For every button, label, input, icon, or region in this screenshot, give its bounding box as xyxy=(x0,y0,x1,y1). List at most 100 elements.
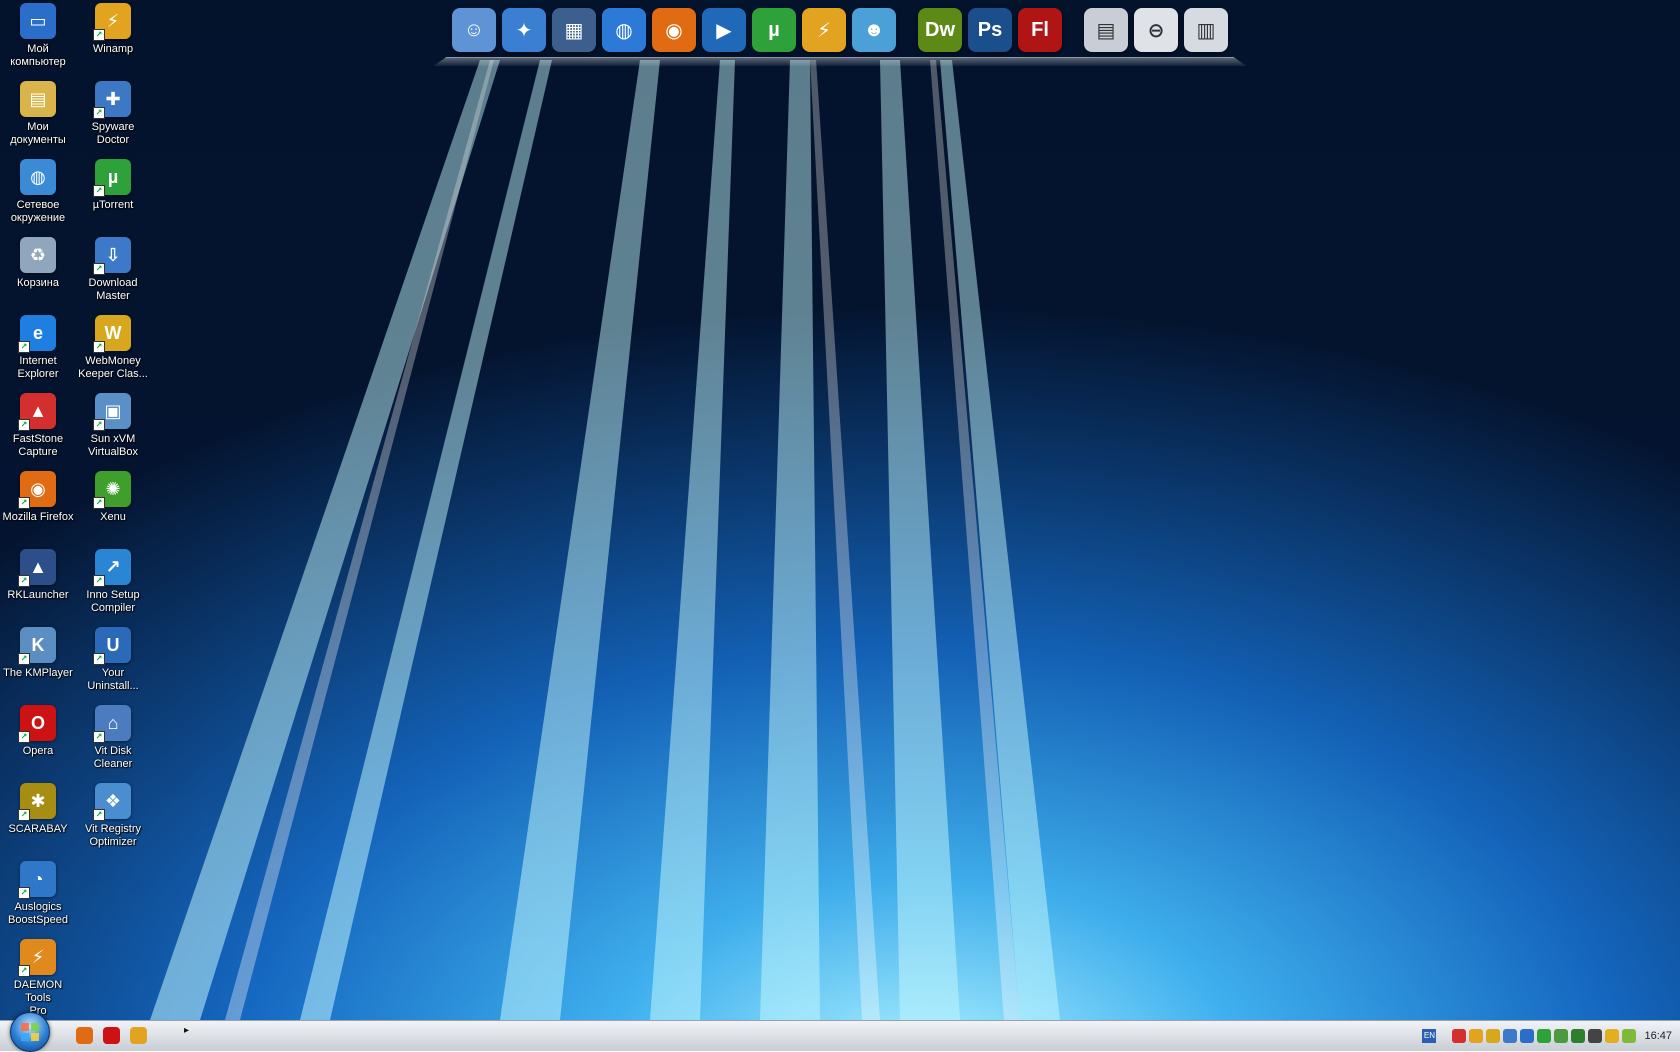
desktop-icon-label: Mozilla Firefox xyxy=(2,511,74,523)
quick-launch-expand-icon[interactable]: ▸ xyxy=(184,1025,189,1036)
spyware-doctor-icon: ✚ ↗ xyxy=(93,81,131,119)
hardware-tray-icon[interactable] xyxy=(1571,1029,1586,1043)
shortcut-arrow-icon: ↗ xyxy=(18,653,30,665)
shortcut-arrow-icon: ↗ xyxy=(93,29,105,41)
faststone-capture-icon: ▲ ↗ xyxy=(18,393,56,431)
desktop-icon-label: Сетевое окружение xyxy=(10,199,66,224)
desktop-icon-label: Мой компьютер xyxy=(10,43,66,68)
desktop-icon-label: WebMoney Keeper Clas... xyxy=(78,355,148,380)
daemon-tools-icon: ⚡ ↗ xyxy=(18,939,56,977)
network-globe-icon[interactable]: ◍ xyxy=(602,8,646,52)
clock[interactable]: 16:47 xyxy=(1644,1030,1672,1042)
dashboard-icon[interactable]: ▦ xyxy=(552,8,596,52)
taskbar: ▸ EN 16:47 xyxy=(0,1012,1680,1052)
winamp-tray-icon[interactable] xyxy=(1469,1029,1484,1043)
shortcut-arrow-icon: ↗ xyxy=(18,575,30,587)
desktop-icon[interactable]: ◍ Сетевое окружение xyxy=(0,159,76,225)
media-player-icon[interactable]: ▶ xyxy=(702,8,746,52)
utorrent-icon: µ ↗ xyxy=(93,159,131,197)
desktop-icon-label: Internet Explorer xyxy=(17,355,59,380)
kmplayer-icon: K ↗ xyxy=(18,627,56,665)
shortcut-arrow-icon: ↗ xyxy=(93,497,105,509)
firefox-quicklaunch-icon[interactable] xyxy=(76,1027,93,1044)
security-tray-icon[interactable] xyxy=(1554,1029,1569,1043)
photoshop-icon[interactable]: Ps xyxy=(968,8,1012,52)
desktop-icon-label: Inno Setup Compiler xyxy=(86,589,140,614)
desktop-icon[interactable]: ⚡ ↗ DAEMON Tools Pro xyxy=(0,939,76,1018)
flash-icon[interactable]: Fl xyxy=(1018,8,1062,52)
opera-quicklaunch-icon[interactable] xyxy=(103,1027,120,1044)
shortcut-arrow-icon: ↗ xyxy=(18,419,30,431)
desktop-icon[interactable]: K ↗ The KMPlayer xyxy=(0,627,76,680)
volume-tray-icon[interactable] xyxy=(1588,1029,1603,1043)
system-tray: EN 16:47 xyxy=(1422,1021,1672,1051)
winamp-dock-icon[interactable]: ⚡ xyxy=(802,8,846,52)
battery-tray-icon[interactable] xyxy=(1622,1029,1637,1043)
messenger-icon[interactable]: ☻ xyxy=(852,8,896,52)
opera-icon: O ↗ xyxy=(18,705,56,743)
recycle-bin-icon: ♻ xyxy=(20,237,56,273)
desktop-icon[interactable]: ⇩ ↗ Download Master xyxy=(75,237,151,303)
shortcut-arrow-icon: ↗ xyxy=(18,341,30,353)
desktop-icon[interactable]: ⚡ ↗ Winamp xyxy=(75,3,151,56)
desktop-icon[interactable]: ✺ ↗ Xenu xyxy=(75,471,151,524)
desktop-icon[interactable]: ◉ ↗ Mozilla Firefox xyxy=(0,471,76,524)
firefox-dock-icon[interactable]: ◉ xyxy=(652,8,696,52)
start-button[interactable] xyxy=(10,1012,50,1052)
shortcut-arrow-icon: ↗ xyxy=(93,575,105,587)
desktop-icon-label: Мои документы xyxy=(10,121,66,146)
printer-drive-icon[interactable]: ▤ xyxy=(1084,8,1128,52)
desktop-icon[interactable]: O ↗ Opera xyxy=(0,705,76,758)
safari-icon[interactable]: ✦ xyxy=(502,8,546,52)
desktop-icon-label: RKLauncher xyxy=(7,589,69,601)
utorrent-tray-icon[interactable] xyxy=(1537,1029,1552,1043)
scarabay-icon: ✱ ↗ xyxy=(18,783,56,821)
desktop-icon[interactable]: ↗ ↗ Inno Setup Compiler xyxy=(75,549,151,615)
winamp-quicklaunch-icon[interactable] xyxy=(130,1027,147,1044)
shortcut-arrow-icon: ↗ xyxy=(93,653,105,665)
desktop-icon[interactable]: ✚ ↗ Spyware Doctor xyxy=(75,81,151,147)
desktop[interactable]: ▭ Мой компьютер ▤ Мои документы ◍ Сетевое окр… xyxy=(0,0,1680,1020)
language-indicator[interactable]: EN xyxy=(1422,1029,1437,1043)
your-uninstaller-icon: U ↗ xyxy=(93,627,131,665)
download-master-icon: ⇩ ↗ xyxy=(93,237,131,275)
auslogics-boostspeed-icon: ◔ ↗ xyxy=(18,861,56,899)
webmoney-tray-icon[interactable] xyxy=(1486,1029,1501,1043)
desktop-icon-label: Корзина xyxy=(17,277,59,289)
faststone-tray-icon[interactable] xyxy=(1452,1029,1467,1043)
external-drive-icon[interactable]: ▥ xyxy=(1184,8,1228,52)
desktop-icon[interactable]: ✱ ↗ SCARABAY xyxy=(0,783,76,836)
download-master-tray-icon[interactable] xyxy=(1503,1029,1518,1043)
dock-shelf xyxy=(433,57,1247,67)
messenger-tray-icon[interactable] xyxy=(1605,1029,1620,1043)
desktop-icon[interactable]: ▣ ↗ Sun xVM VirtualBox xyxy=(75,393,151,459)
desktop-icon-label: Winamp xyxy=(92,43,134,55)
desktop-icon[interactable]: ♻ Корзина xyxy=(0,237,76,290)
desktop-icon[interactable]: µ ↗ µTorrent xyxy=(75,159,151,212)
desktop-icon[interactable]: ⌂ ↗ Vit Disk Cleaner xyxy=(75,705,151,771)
desktop-icon-label: Spyware Doctor xyxy=(91,121,135,146)
desktop-icon[interactable]: e ↗ Internet Explorer xyxy=(0,315,76,381)
dock: ☺ ✦ ▦ ◍ ◉ ▶ µ ⚡ ☻ Dw Ps Fl ▤ ⊖ ▥ xyxy=(433,4,1247,67)
wallpaper xyxy=(0,0,1680,1020)
desktop-icon[interactable]: ▲ ↗ FastStone Capture xyxy=(0,393,76,459)
shortcut-arrow-icon: ↗ xyxy=(93,731,105,743)
removable-drive-icon[interactable]: ⊖ xyxy=(1134,8,1178,52)
dreamweaver-icon[interactable]: Dw xyxy=(918,8,962,52)
utorrent-dock-icon[interactable]: µ xyxy=(752,8,796,52)
desktop-icon[interactable]: W ↗ WebMoney Keeper Clas... xyxy=(75,315,151,381)
shortcut-arrow-icon: ↗ xyxy=(93,107,105,119)
finder-icon[interactable]: ☺ xyxy=(452,8,496,52)
dock-separator xyxy=(902,8,912,52)
desktop-icon-label: µTorrent xyxy=(92,199,134,211)
desktop-icon[interactable]: ◔ ↗ Auslogics BoostSpeed xyxy=(0,861,76,927)
network-tray-icon[interactable] xyxy=(1520,1029,1535,1043)
desktop-icon[interactable]: U ↗ Your Uninstall... xyxy=(75,627,151,693)
vit-disk-cleaner-icon: ⌂ ↗ xyxy=(93,705,131,743)
firefox-icon: ◉ ↗ xyxy=(18,471,56,509)
desktop-icon[interactable]: ▤ Мои документы xyxy=(0,81,76,147)
desktop-icon[interactable]: ▭ Мой компьютер xyxy=(0,3,76,69)
desktop-icon-label: Download Master xyxy=(88,277,138,302)
desktop-icon[interactable]: ❖ ↗ Vit Registry Optimizer xyxy=(75,783,151,849)
desktop-icon[interactable]: ▲ ↗ RKLauncher xyxy=(0,549,76,602)
